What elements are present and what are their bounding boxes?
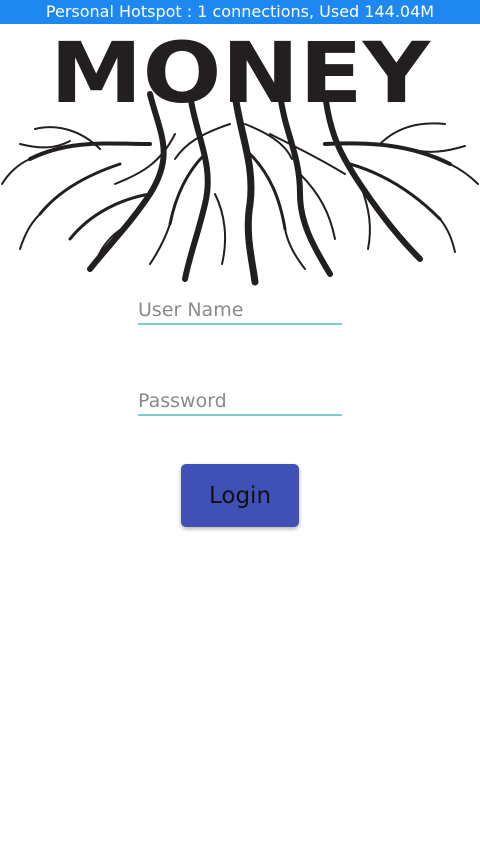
status-bar: Personal Hotspot : 1 connections, Used 1… <box>0 0 480 24</box>
password-input[interactable] <box>138 390 338 412</box>
username-field[interactable] <box>138 287 342 325</box>
login-button[interactable]: Login <box>181 464 299 527</box>
hotspot-status-text: Personal Hotspot : 1 connections, Used 1… <box>45 2 435 21</box>
money-roots-logo: MONEY <box>0 24 480 286</box>
password-field[interactable] <box>138 378 342 416</box>
username-input[interactable] <box>138 299 338 321</box>
